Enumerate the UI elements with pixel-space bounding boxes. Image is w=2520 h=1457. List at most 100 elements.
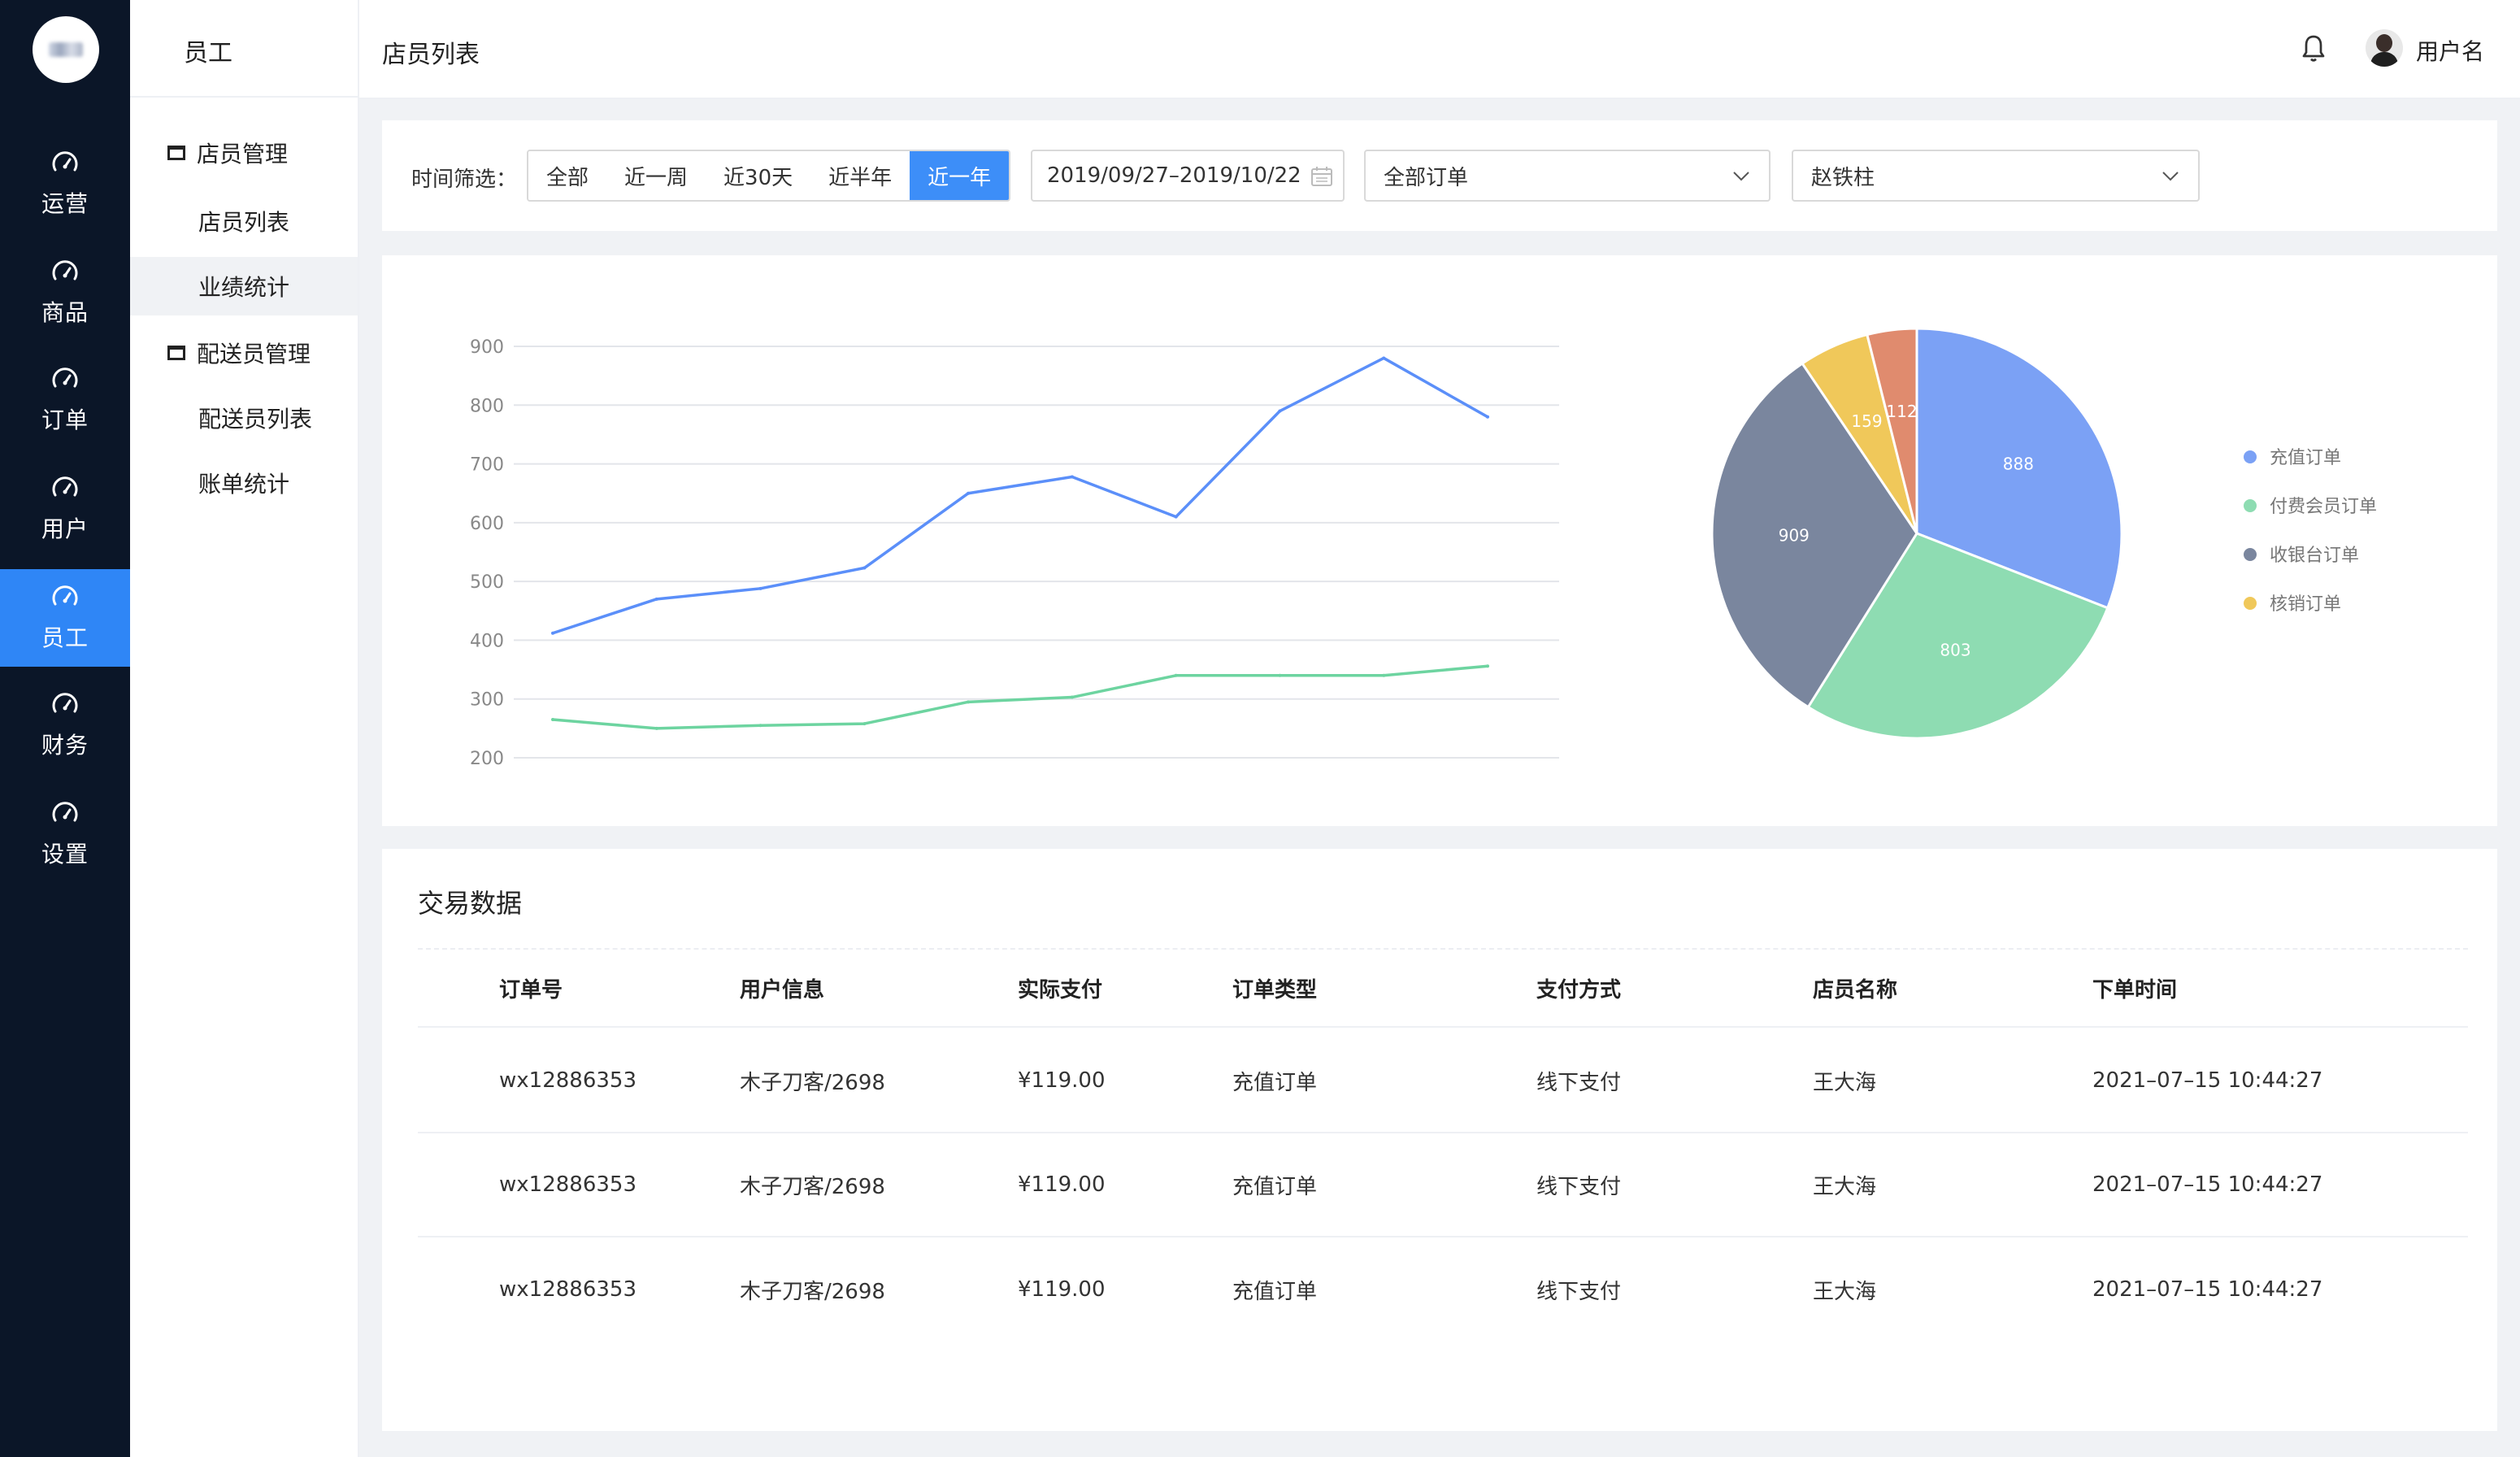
column-header[interactable]: 下单时间	[2092, 950, 2177, 1026]
legend-dot	[2244, 499, 2257, 512]
dashboard-icon	[52, 693, 78, 713]
dashboard-icon	[52, 476, 78, 497]
y-tick-label: 300	[470, 690, 504, 711]
column-header[interactable]: 订单类型	[1232, 950, 1317, 1026]
table-cell: 木子刀客/2698	[740, 1174, 885, 1199]
table-cell: ¥119.00	[1018, 1068, 1106, 1093]
data-point[interactable]	[654, 726, 658, 730]
dashboard-icon	[52, 585, 78, 606]
nav-item-1[interactable]: 商品	[0, 244, 130, 341]
y-tick-label: 500	[470, 572, 504, 593]
app: 运营 商品 订单 用户 员工 财务 设置 员工 店员管理 店员列表 业绩统计 配送员管理 配…	[0, 0, 2520, 1457]
column-header[interactable]: 店员名称	[1813, 950, 1897, 1026]
legend-dot	[2244, 597, 2257, 610]
data-point[interactable]	[1174, 673, 1178, 677]
sub-nav-title: 员工	[184, 39, 232, 67]
nav-item-5[interactable]: 财务	[0, 676, 130, 774]
column-header[interactable]: 用户信息	[740, 950, 824, 1026]
table-row[interactable]: wx12886353 木子刀客/2698 ¥119.00 充值订单 线下支付 王大海 202…	[418, 1237, 2468, 1342]
sub-nav-group-staff[interactable]: 店员管理	[167, 137, 288, 169]
nav-item-2[interactable]: 订单	[0, 351, 130, 449]
legend-label[interactable]: 核销订单	[2270, 594, 2341, 615]
sub-nav-group-label: 店员管理	[197, 141, 289, 167]
data-point[interactable]	[758, 724, 763, 728]
data-point[interactable]	[1070, 695, 1074, 699]
pie-value-label: 803	[1940, 641, 1970, 660]
data-point[interactable]	[1382, 356, 1386, 360]
avatar[interactable]	[2366, 29, 2403, 67]
data-point[interactable]	[551, 718, 554, 722]
data-point[interactable]	[967, 700, 971, 704]
sub-nav-group-courier[interactable]: 配送员管理	[167, 337, 311, 369]
data-point[interactable]	[967, 491, 971, 495]
series-line-1[interactable]	[552, 664, 1488, 730]
dashboard-icon	[52, 151, 78, 172]
order-type-select[interactable]: 全部订单	[1364, 150, 1771, 202]
table-cell: ¥119.00	[1018, 1172, 1106, 1197]
legend-label[interactable]: 付费会员订单	[2270, 497, 2377, 517]
legend-dot	[2244, 450, 2257, 463]
time-option-4[interactable]: 近一年	[910, 151, 1010, 200]
date-range-value: 2019/09/27–2019/10/22	[1047, 163, 1301, 188]
legend-label[interactable]: 收银台订单	[2270, 546, 2359, 566]
data-point[interactable]	[1070, 475, 1074, 479]
legend-label[interactable]: 充值订单	[2270, 448, 2341, 468]
bell-icon[interactable]	[2299, 33, 2328, 65]
table-cell: wx12886353	[499, 1277, 637, 1302]
data-point[interactable]	[862, 722, 867, 726]
time-option-2[interactable]: 近30天	[706, 151, 811, 200]
data-point[interactable]	[1486, 415, 1489, 419]
sub-nav-item-performance[interactable]: 业绩统计	[130, 257, 358, 315]
column-header[interactable]: 实际支付	[1018, 950, 1102, 1026]
y-tick-label: 600	[470, 514, 504, 534]
data-point[interactable]	[551, 631, 554, 635]
avatar-head	[2376, 34, 2392, 52]
main-nav: 运营商品订单用户员工 财务设置	[0, 0, 130, 1457]
dashboard-icon	[52, 802, 78, 822]
time-option-3[interactable]: 近半年	[810, 151, 910, 200]
table-cell: 线下支付	[1536, 1174, 1622, 1199]
y-tick-label: 200	[470, 749, 504, 769]
data-point[interactable]	[1278, 409, 1282, 413]
pie-legend: 充值订单付费会员订单收银台订单核销订单	[2244, 448, 2377, 615]
staff-value: 赵铁柱	[1811, 165, 1875, 190]
y-tick-label: 900	[470, 337, 504, 358]
time-option-1[interactable]: 近一周	[606, 151, 706, 200]
y-tick-label: 800	[470, 396, 504, 416]
data-point[interactable]	[862, 566, 867, 570]
data-point[interactable]	[654, 597, 658, 601]
column-header[interactable]: 支付方式	[1536, 950, 1621, 1026]
nav-item-6[interactable]: 设置	[0, 785, 130, 883]
sub-nav-item-courier-list[interactable]: 配送员列表	[130, 389, 358, 447]
data-point[interactable]	[1486, 664, 1489, 668]
data-point[interactable]	[1382, 673, 1386, 677]
time-option-0[interactable]: 全部	[528, 151, 607, 200]
sub-nav-item-staff-list[interactable]: 店员列表	[130, 192, 358, 250]
nav-item-0[interactable]: 运营	[0, 135, 130, 233]
column-header[interactable]: 订单号	[499, 950, 563, 1026]
calendar-icon	[1311, 167, 1332, 186]
series-line-0[interactable]	[552, 356, 1488, 635]
table-cell: 充值订单	[1232, 1070, 1318, 1095]
table-row[interactable]: wx12886353 木子刀客/2698 ¥119.00 充值订单 线下支付 王大海 202…	[418, 1029, 2468, 1133]
staff-select[interactable]: 赵铁柱	[1792, 150, 2200, 202]
data-point[interactable]	[758, 586, 763, 590]
username[interactable]: 用户名	[2416, 34, 2484, 67]
data-point[interactable]	[1174, 515, 1178, 519]
nav-item-4[interactable]: 员工	[0, 569, 130, 667]
data-point[interactable]	[1278, 673, 1282, 677]
table-cell: 木子刀客/2698	[740, 1070, 885, 1095]
folder-icon	[167, 146, 185, 160]
pie-value-label: 112	[1886, 402, 1917, 421]
table-row[interactable]: wx12886353 木子刀客/2698 ¥119.00 充值订单 线下支付 王大海 202…	[418, 1133, 2468, 1237]
y-tick-label: 400	[470, 631, 504, 651]
app-logo[interactable]	[33, 16, 99, 83]
date-range-picker[interactable]: 2019/09/27–2019/10/22	[1031, 150, 1345, 202]
pie-chart: 888 803 909 159 112	[1710, 327, 2123, 740]
nav-item-3[interactable]: 用户	[0, 460, 130, 558]
order-type-value: 全部订单	[1384, 165, 1469, 190]
sub-nav-item-billing[interactable]: 账单统计	[130, 454, 358, 512]
time-range-segmented: 全部 近一周 近30天 近半年 近一年	[527, 150, 1011, 202]
nav-item-label: 设置	[41, 841, 89, 868]
nav-item-label: 用户	[41, 515, 89, 542]
